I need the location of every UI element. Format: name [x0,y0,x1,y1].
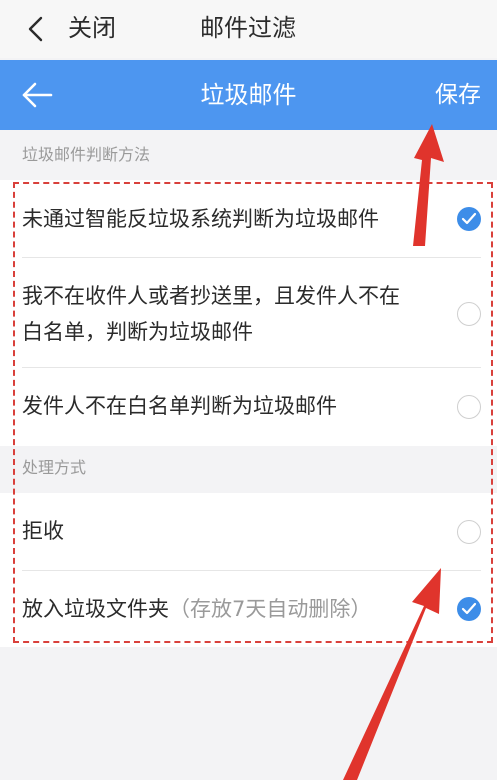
option-label-line1: 我不在收件人或者抄送里，且发件人不在 [22,284,400,308]
option-label: 未通过智能反垃圾系统判断为垃圾邮件 [22,207,379,231]
top-nav-title: 邮件过滤 [200,14,296,42]
option-label: 放入垃圾文件夹（存放7天自动删除） [22,591,437,627]
option-not-recipient[interactable]: 我不在收件人或者抄送里，且发件人不在 白名单，判断为垃圾邮件 [0,258,497,368]
save-button[interactable]: 保存 [435,79,481,111]
option-smart-antispam[interactable]: 未通过智能反垃圾系统判断为垃圾邮件 [0,180,497,258]
empty-area [0,647,497,780]
option-label-hint: （存放7天自动删除） [169,597,372,621]
section-label-method: 垃圾邮件判断方法 [22,145,151,164]
page-title: 垃圾邮件 [200,81,297,109]
section-label-handling: 处理方式 [22,458,87,477]
option-label-line2: 白名单，判断为垃圾邮件 [22,320,253,344]
radio-empty-icon[interactable] [457,302,481,326]
radio-empty-icon[interactable] [457,395,481,419]
radio-empty-icon[interactable] [457,520,481,544]
option-label: 拒收 [22,519,64,543]
chevron-left-icon[interactable] [22,14,52,44]
top-nav-bar: 关闭 邮件过滤 [0,0,497,58]
checkmark-icon[interactable] [457,207,481,231]
page-header: 垃圾邮件 保存 [0,60,497,130]
option-label-main: 放入垃圾文件夹 [22,597,169,621]
option-junk-folder[interactable]: 放入垃圾文件夹（存放7天自动删除） [0,571,497,647]
option-label: 发件人不在白名单判断为垃圾邮件 [22,394,337,418]
close-button[interactable]: 关闭 [68,12,116,44]
checkmark-icon[interactable] [457,597,481,621]
option-label: 我不在收件人或者抄送里，且发件人不在 白名单，判断为垃圾邮件 [22,278,437,350]
option-reject[interactable]: 拒收 [0,493,497,571]
option-not-whitelisted[interactable]: 发件人不在白名单判断为垃圾邮件 [0,368,497,446]
